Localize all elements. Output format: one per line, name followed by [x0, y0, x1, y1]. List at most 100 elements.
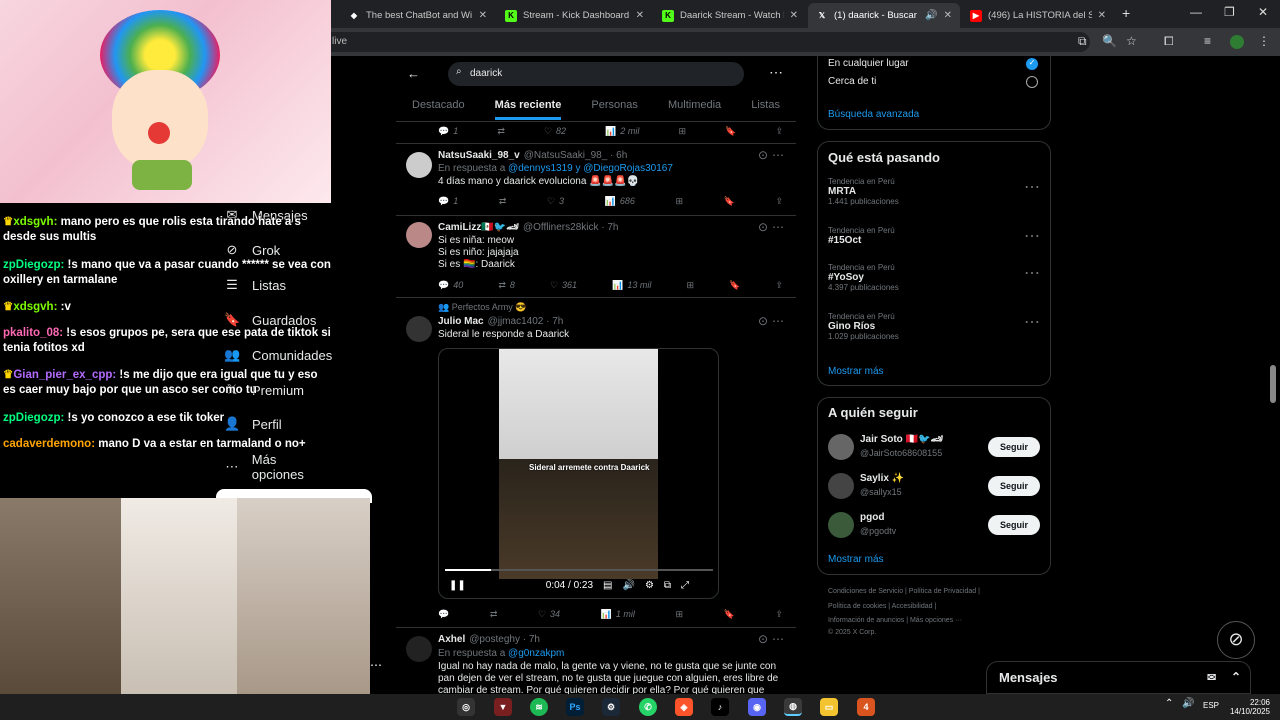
- follow-name[interactable]: pgod: [860, 512, 884, 523]
- new-tab-icon[interactable]: +: [1122, 5, 1130, 21]
- zoom-icon[interactable]: 🔍: [1102, 34, 1117, 48]
- close-icon[interactable]: ✕: [636, 10, 644, 21]
- trend-more-icon[interactable]: ⋯: [1024, 226, 1040, 246]
- grok-explain-icon[interactable]: ⊙: [758, 314, 768, 328]
- repost-button[interactable]: ⇄ 8: [498, 278, 515, 292]
- radio-checked-icon[interactable]: ✓: [1026, 58, 1038, 70]
- new-message-icon[interactable]: ✉: [1207, 671, 1216, 684]
- menu-kebab-icon[interactable]: ⋮: [1258, 34, 1270, 48]
- avatar[interactable]: [406, 636, 432, 662]
- captions-icon[interactable]: ▤: [603, 580, 612, 591]
- footer-links[interactable]: Información de anuncios | Más opciones ·…: [828, 617, 962, 624]
- tab-personas[interactable]: Personas: [591, 96, 637, 120]
- file-explorer-icon[interactable]: ▭: [820, 698, 838, 716]
- tweet-more-icon[interactable]: ⋯: [772, 632, 784, 646]
- scrollbar-thumb[interactable]: [1270, 365, 1276, 403]
- grok-icon[interactable]: ⊞: [686, 278, 694, 292]
- like-button[interactable]: ♡ 3: [547, 194, 564, 208]
- tab-destacado[interactable]: Destacado: [412, 96, 465, 120]
- browser-tab-4-active[interactable]: 𝕏 (1) daarick - Buscar / X 🔊 ✕: [808, 3, 960, 28]
- media-icon[interactable]: ≡: [1204, 34, 1211, 48]
- grok-icon[interactable]: ⊞: [676, 194, 684, 208]
- views-button[interactable]: 📊 13 mil: [612, 278, 651, 292]
- cast-icon[interactable]: ⧉: [1078, 34, 1087, 49]
- minimize-icon[interactable]: —: [1190, 5, 1202, 19]
- profile-avatar[interactable]: [1230, 35, 1244, 49]
- repost-button[interactable]: ⇄: [499, 194, 507, 208]
- messages-drawer[interactable]: Mensajes ✉ ⌃: [986, 661, 1251, 694]
- trend-item[interactable]: Tendencia en Perú Gino Ríos 1.029 public…: [828, 312, 1040, 341]
- close-icon[interactable]: ✕: [790, 10, 798, 21]
- reply-button[interactable]: 💬 40: [438, 278, 463, 292]
- tweet-author[interactable]: CamiLizz🇲🇽🐦🏎 @Offliners28kick · 7h: [438, 222, 619, 233]
- fullscreen-icon[interactable]: ⤢: [681, 580, 689, 591]
- browser-tab-2[interactable]: K Stream - Kick Dashboard ✕: [497, 3, 652, 28]
- trend-more-icon[interactable]: ⋯: [1024, 263, 1040, 283]
- back-arrow-icon[interactable]: ←: [407, 66, 420, 81]
- repost-button[interactable]: ⇄: [497, 124, 505, 138]
- tab-mas-reciente[interactable]: Más reciente: [494, 96, 562, 120]
- avatar[interactable]: [828, 434, 854, 460]
- whatsapp-icon[interactable]: ✆: [639, 698, 657, 716]
- tweet[interactable]: CamiLizz🇲🇽🐦🏎 @Offliners28kick · 7h ⊙ ⋯ Si…: [396, 216, 796, 298]
- avatar[interactable]: [406, 222, 432, 248]
- avatar[interactable]: [828, 473, 854, 499]
- speaker-icon[interactable]: 🔊: [925, 10, 937, 21]
- share-icon[interactable]: ⇪: [775, 194, 783, 208]
- grok-explain-icon[interactable]: ⊙: [758, 148, 768, 162]
- close-icon[interactable]: ✕: [944, 10, 952, 21]
- app-icon-2[interactable]: ▼: [494, 698, 512, 716]
- repost-button[interactable]: ⇄: [490, 607, 498, 621]
- views-button[interactable]: 📊 2 mil: [605, 124, 639, 138]
- pip-icon[interactable]: ⧉: [664, 580, 671, 591]
- x-nav-mas-opciones[interactable]: ⋯ Más opciones: [224, 452, 331, 482]
- like-button[interactable]: ♡ 34: [538, 607, 560, 621]
- tweet-more-icon[interactable]: ⋯: [772, 220, 784, 234]
- close-icon[interactable]: ✕: [1098, 10, 1106, 21]
- bookmark-icon[interactable]: 🔖: [729, 278, 740, 292]
- like-button[interactable]: ♡ 361: [550, 278, 577, 292]
- follow-button[interactable]: Seguir: [988, 476, 1040, 496]
- clock[interactable]: 22:06 14/10/2025: [1228, 698, 1270, 716]
- volume-tray-icon[interactable]: 🔊: [1182, 698, 1194, 709]
- grok-icon[interactable]: ⊞: [675, 607, 683, 621]
- app-icon-1[interactable]: ◎: [457, 698, 475, 716]
- bookmark-icon[interactable]: 🔖: [725, 124, 736, 138]
- video-progress[interactable]: [445, 569, 713, 571]
- pause-icon[interactable]: ❚❚: [449, 580, 466, 591]
- tweet[interactable]: NatsuSaaki_98_v @NatsuSaaki_98_ · 6h ⊙ ⋯ …: [396, 144, 796, 216]
- like-button[interactable]: ♡ 82: [544, 124, 566, 138]
- reply-button[interactable]: 💬 1: [438, 124, 458, 138]
- views-button[interactable]: 📊 686: [605, 194, 635, 208]
- avatar[interactable]: [406, 152, 432, 178]
- tab-multimedia[interactable]: Multimedia: [668, 96, 721, 120]
- volume-icon[interactable]: 🔊: [622, 580, 634, 591]
- reply-to-link[interactable]: @dennys1319 y @DiegoRojas30167: [508, 163, 673, 174]
- tweet[interactable]: Axhel @posteghy · 7h ⊙ ⋯ En respuesta a @…: [396, 628, 796, 694]
- settings-gear-icon[interactable]: ⚙: [645, 580, 654, 591]
- avatar[interactable]: [828, 512, 854, 538]
- share-icon[interactable]: ⇪: [775, 607, 783, 621]
- tweet-author[interactable]: Julio Mac @jjmac1402 · 7h: [438, 316, 563, 327]
- tray-chevron-icon[interactable]: ⌃: [1165, 698, 1173, 709]
- extensions-icon[interactable]: ⧠: [1164, 34, 1174, 49]
- maximize-icon[interactable]: ❐: [1224, 5, 1235, 19]
- bookmark-icon[interactable]: 🔖: [724, 607, 735, 621]
- radio-unchecked-icon[interactable]: [1026, 76, 1038, 88]
- bookmark-icon[interactable]: 🔖: [724, 194, 735, 208]
- language-indicator[interactable]: ESP: [1203, 701, 1219, 710]
- browser-tab-5[interactable]: ▶ (496) La HISTORIA del SYL ✕: [962, 3, 1114, 28]
- close-window-icon[interactable]: ✕: [1258, 5, 1268, 19]
- tab-listas[interactable]: Listas: [751, 96, 780, 120]
- grok-explain-icon[interactable]: ⊙: [758, 220, 768, 234]
- reply-to-link[interactable]: @g0nzakpm: [508, 648, 564, 659]
- video-player[interactable]: Sideral arremete contra Daarick ❚❚ 0:04 …: [438, 348, 719, 599]
- trend-more-icon[interactable]: ⋯: [1024, 177, 1040, 197]
- advanced-search-link[interactable]: Búsqueda avanzada: [828, 109, 919, 120]
- follow-button[interactable]: Seguir: [988, 437, 1040, 457]
- tweet-author[interactable]: NatsuSaaki_98_v @NatsuSaaki_98_ · 6h: [438, 150, 627, 161]
- trend-item[interactable]: Tendencia en Perú #15Oct ⋯: [828, 226, 1040, 246]
- grok-icon[interactable]: ⊞: [678, 124, 686, 138]
- follow-name[interactable]: Saylix ✨: [860, 473, 904, 484]
- close-icon[interactable]: ✕: [479, 10, 487, 21]
